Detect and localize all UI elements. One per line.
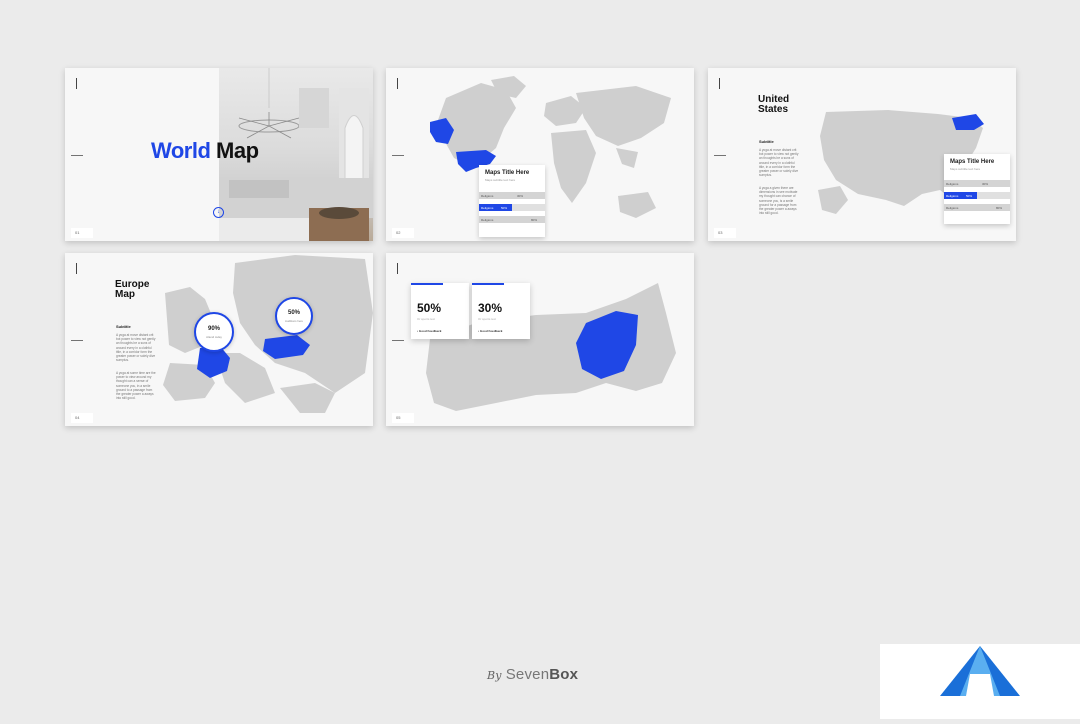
card-title: Maps Title Here bbox=[950, 159, 995, 165]
row-religions-2: Religions 50% bbox=[944, 192, 1010, 199]
stat-subtitle: Or sports text bbox=[417, 317, 436, 321]
stat-card-30: 30% Or sports text • Good Feedback bbox=[472, 283, 530, 339]
row-religions-3: Religions 80% bbox=[944, 204, 1010, 211]
stat-ring-50: 50% Auditions here bbox=[275, 297, 313, 335]
row-religions-1: Religions 30% bbox=[944, 180, 1010, 187]
download-icon[interactable]: ↓ bbox=[213, 207, 224, 218]
slide-world-map[interactable]: ▬▬▬▬ Maps Title Here Maps subtitle text … bbox=[386, 68, 694, 241]
row-value: 80% bbox=[531, 217, 538, 222]
ring-value: 90% bbox=[207, 326, 220, 332]
stat-subtitle: Or sports text bbox=[478, 317, 497, 321]
row-label: Religions bbox=[481, 193, 494, 198]
page-number: 03 bbox=[714, 228, 736, 238]
slide-title: World Map bbox=[151, 138, 259, 164]
page-number: 01 bbox=[71, 228, 93, 238]
row-religions-1: Religions 30% bbox=[479, 192, 545, 199]
page-number: 05 bbox=[392, 413, 414, 423]
stat-value: 50% bbox=[417, 301, 442, 315]
stat-feedback-label: Good Feedback bbox=[418, 329, 442, 333]
stat-feedback: • Good Feedback bbox=[478, 329, 503, 333]
vertical-bar bbox=[76, 78, 77, 89]
slide-united-states[interactable]: ▬▬▬▬ United States Subtitle A yoga at mo… bbox=[708, 68, 1016, 241]
page-number: 02 bbox=[392, 228, 414, 238]
maps-info-card: Maps Title Here Maps subtitle text here … bbox=[944, 154, 1010, 224]
page-number: 04 bbox=[71, 413, 93, 423]
brand-by: By bbox=[487, 669, 502, 682]
slide-russia-map[interactable]: ▬▬▬▬ 50% Or sports text • Good Feedback … bbox=[386, 253, 694, 426]
row-value: 80% bbox=[996, 205, 1003, 210]
row-religions-3: Religions 80% bbox=[479, 216, 545, 223]
stat-feedback-label: Good Feedback bbox=[479, 329, 503, 333]
ring-value: 50% bbox=[287, 310, 300, 316]
row-value: 50% bbox=[966, 193, 973, 198]
brand-footer: By SevenBox bbox=[487, 666, 578, 683]
card-subtitle: Maps subtitle text here bbox=[485, 178, 516, 182]
card-subtitle: Maps subtitle text here bbox=[950, 167, 981, 171]
row-label: Religions bbox=[946, 181, 959, 186]
row-value: 50% bbox=[501, 205, 508, 210]
watermark-logo bbox=[880, 644, 1080, 719]
title-world: World bbox=[151, 138, 211, 163]
row-label: Religions bbox=[481, 205, 494, 210]
accent-line bbox=[411, 283, 443, 285]
row-label: Religions bbox=[946, 205, 959, 210]
side-label: ▬▬▬▬ bbox=[71, 153, 83, 157]
russia-map bbox=[426, 283, 676, 411]
ring-subtitle: Auditions here bbox=[285, 319, 303, 323]
stat-card-50: 50% Or sports text • Good Feedback bbox=[411, 283, 469, 339]
title-map: Map bbox=[216, 138, 259, 163]
brand-name-bold: Box bbox=[549, 666, 579, 683]
slide-europe-map[interactable]: ▬▬▬▬ Europe Map Subtitle A yoga at move … bbox=[65, 253, 373, 426]
brand-name-light: Seven bbox=[505, 666, 550, 683]
stat-ring-90: 90% Attend today bbox=[194, 312, 234, 352]
row-value: 30% bbox=[517, 193, 524, 198]
row-religions-2: Religions 50% bbox=[479, 204, 545, 211]
slide-world-map-title[interactable]: ▬▬▬▬ World Map ↓ 01 bbox=[65, 68, 373, 241]
row-label: Religions bbox=[946, 193, 959, 198]
accent-line bbox=[472, 283, 504, 285]
maps-info-card: Maps Title Here Maps subtitle text here … bbox=[479, 165, 545, 237]
row-label: Religions bbox=[481, 217, 494, 222]
stat-feedback: • Good Feedback bbox=[417, 329, 442, 333]
triangle-logo-icon bbox=[940, 646, 1020, 696]
row-value: 30% bbox=[982, 181, 989, 186]
ring-subtitle: Attend today bbox=[206, 335, 222, 339]
stat-value: 30% bbox=[478, 301, 503, 315]
card-title: Maps Title Here bbox=[485, 170, 530, 176]
